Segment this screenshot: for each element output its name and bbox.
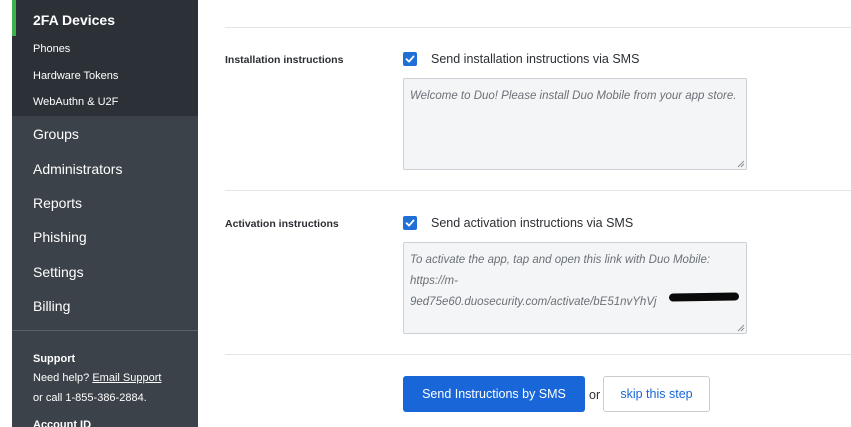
sidebar-subitem-phones[interactable]: Phones (33, 43, 70, 55)
section-divider (225, 190, 851, 191)
redaction-mark (668, 292, 740, 302)
sidebar-item-reports[interactable]: Reports (33, 195, 82, 211)
activation-sms-checkbox-label[interactable]: Send activation instructions via SMS (431, 216, 633, 230)
installation-sms-checkbox[interactable] (403, 52, 417, 66)
installation-message-text: Welcome to Duo! Please install Duo Mobil… (410, 90, 737, 102)
support-help-text: Need help? (33, 372, 90, 384)
sidebar-divider (12, 330, 198, 331)
sidebar-active-section: 2FA Devices Phones Hardware Tokens WebAu… (12, 0, 198, 116)
resize-grip-icon[interactable] (737, 324, 745, 332)
email-support-link[interactable]: Email Support (92, 372, 161, 384)
support-phone: or call 1-855-386-2884. (33, 392, 147, 404)
sidebar: 2FA Devices Phones Hardware Tokens WebAu… (12, 0, 198, 427)
checkmark-icon (405, 219, 415, 227)
activation-message-line: https://m- (410, 275, 458, 287)
activation-message-line: To activate the app, tap and open this l… (410, 254, 711, 266)
account-id-label: Account ID (33, 419, 92, 427)
activation-sms-checkbox[interactable] (403, 216, 417, 230)
support-heading: Support (33, 353, 76, 365)
installation-message-textarea[interactable]: Welcome to Duo! Please install Duo Mobil… (403, 78, 747, 170)
skip-step-button[interactable]: skip this step (603, 376, 710, 412)
sidebar-item-phishing[interactable]: Phishing (33, 229, 87, 245)
window-edge (0, 0, 12, 427)
sidebar-item-billing[interactable]: Billing (33, 298, 70, 314)
active-indicator (12, 0, 16, 36)
sidebar-item-settings[interactable]: Settings (33, 264, 84, 280)
sidebar-item-groups[interactable]: Groups (33, 126, 79, 142)
installation-sms-checkbox-label[interactable]: Send installation instructions via SMS (431, 52, 639, 66)
activation-instructions-label: Activation instructions (225, 218, 339, 230)
installation-instructions-label: Installation instructions (225, 54, 344, 66)
send-instructions-button[interactable]: Send Instructions by SMS (403, 376, 585, 412)
checkmark-icon (405, 55, 415, 63)
sidebar-item-administrators[interactable]: Administrators (33, 161, 122, 177)
sidebar-subitem-hardware-tokens[interactable]: Hardware Tokens (33, 70, 118, 82)
resize-grip-icon[interactable] (737, 160, 745, 168)
activation-message-textarea[interactable]: To activate the app, tap and open this l… (403, 242, 747, 334)
sidebar-item-2fa-devices[interactable]: 2FA Devices (33, 12, 115, 28)
sidebar-subitem-webauthn[interactable]: WebAuthn & U2F (33, 96, 118, 108)
section-divider (225, 354, 851, 355)
support-help-line: Need help? Email Support (33, 372, 161, 384)
or-separator: or (589, 388, 601, 402)
section-divider (225, 27, 851, 28)
